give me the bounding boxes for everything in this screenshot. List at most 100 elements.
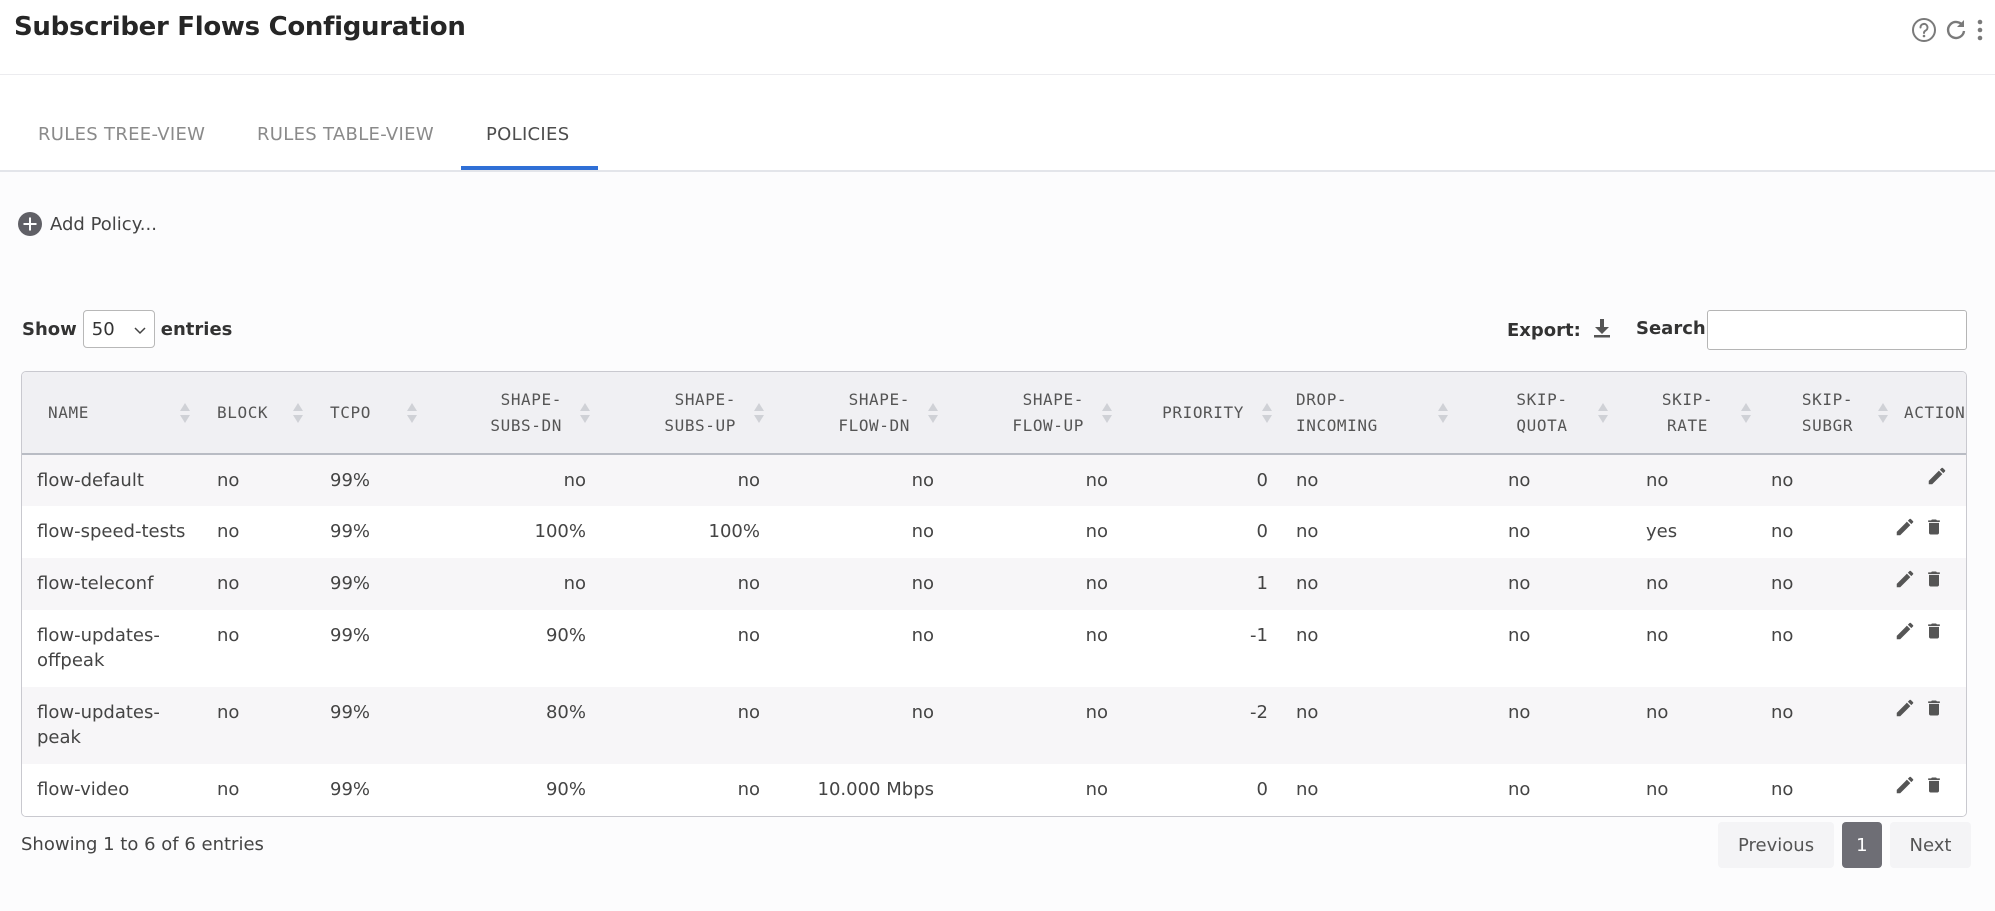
column-header-block[interactable]: BLOCK: [202, 372, 315, 454]
cell-flow-dn: no: [911, 625, 934, 646]
column-header-name[interactable]: NAME: [22, 372, 202, 454]
search-input[interactable]: [1707, 310, 1967, 350]
cell-skip-rate: no: [1646, 470, 1669, 491]
cell-tcpo: 99%: [330, 470, 371, 491]
edit-icon[interactable]: [1894, 774, 1916, 796]
delete-icon[interactable]: [1924, 697, 1944, 719]
cell-flow-dn: no: [911, 521, 934, 542]
edit-icon[interactable]: [1926, 465, 1948, 487]
cell-name: flow-video: [22, 764, 202, 816]
page-title: Subscriber Flows Configuration: [14, 12, 466, 42]
column-header-shape-subs-dn[interactable]: SHAPE- SUBS-DN: [429, 372, 602, 454]
cell-actions: [1894, 610, 1966, 687]
cell-name: flow-updates-peak: [22, 687, 202, 764]
row-actions: [1894, 697, 1966, 719]
cell-drop-incoming: no: [1296, 470, 1319, 491]
cell-name-line: flow-default: [37, 470, 144, 491]
sort-icon: [1598, 402, 1608, 424]
table-row: flow-speed-tests no 99% 100% 100% no no 0 no no ye…: [22, 506, 1966, 558]
policies-table: NAME BLOCK TCPO SHAPE- SUBS-DN SHAPE- SUBS-UP S…: [21, 371, 1967, 817]
page-button-1[interactable]: 1: [1842, 822, 1882, 868]
column-header-shape-subs-up[interactable]: SHAPE- SUBS-UP: [602, 372, 776, 454]
sort-icon: [407, 402, 417, 424]
tab-rules-tree-view[interactable]: RULES TREE-VIEW: [38, 124, 205, 145]
cell-name-line: flow-updates-: [37, 625, 160, 646]
next-button[interactable]: Next: [1889, 822, 1972, 868]
cell-priority: 0: [1256, 470, 1268, 491]
cell-drop-incoming: no: [1296, 521, 1319, 542]
cell-skip-subgr: no: [1771, 702, 1794, 723]
cell-priority: 1: [1256, 573, 1268, 594]
column-header-skip-quota[interactable]: SKIP- QUOTA: [1468, 372, 1616, 454]
edit-icon[interactable]: [1894, 697, 1916, 719]
column-header-shape-flow-up[interactable]: SHAPE- FLOW-UP: [950, 372, 1124, 454]
cell-skip-quota: no: [1508, 521, 1531, 542]
more-vert-icon[interactable]: [1975, 17, 1985, 43]
entries-select[interactable]: 50: [82, 310, 155, 348]
search-label: Search:: [1636, 318, 1713, 339]
cell-flow-up: no: [1085, 573, 1108, 594]
edit-icon[interactable]: [1894, 620, 1916, 642]
cell-block: no: [217, 779, 240, 800]
chevron-down-icon: [134, 319, 146, 340]
column-header-line: SKIP-: [1516, 389, 1568, 409]
column-header-skip-rate[interactable]: SKIP- RATE: [1616, 372, 1759, 454]
cell-name-line: peak: [37, 727, 81, 748]
column-header-shape-flow-dn[interactable]: SHAPE- FLOW-DN: [776, 372, 950, 454]
cell-actions: [1894, 506, 1966, 558]
cell-actions: [1894, 558, 1966, 610]
export-button[interactable]: Export:: [1507, 318, 1611, 343]
tab-rules-table-view[interactable]: RULES TABLE-VIEW: [257, 124, 434, 145]
column-header-drop-incoming[interactable]: DROP- INCOMING: [1284, 372, 1468, 454]
delete-icon[interactable]: [1924, 568, 1944, 590]
column-header-tcpo[interactable]: TCPO: [315, 372, 429, 454]
sort-icon: [1878, 402, 1888, 424]
column-header-line: SHAPE-: [1022, 389, 1084, 409]
cell-name-line: flow-teleconf: [37, 573, 154, 594]
column-header-priority[interactable]: PRIORITY: [1124, 372, 1284, 454]
edit-icon[interactable]: [1894, 516, 1916, 538]
delete-icon[interactable]: [1924, 620, 1944, 642]
column-header-line: FLOW-UP: [1012, 415, 1084, 435]
cell-subs-dn: 80%: [545, 702, 586, 723]
tab-policies[interactable]: POLICIES: [486, 124, 569, 145]
column-header-line: ACTIONS: [1904, 402, 1966, 422]
cell-name: flow-speed-tests: [22, 506, 202, 558]
previous-button[interactable]: Previous: [1718, 822, 1835, 868]
cell-name-line: flow-updates-: [37, 702, 160, 723]
column-header-line: SUBGR: [1801, 415, 1854, 435]
cell-block: no: [217, 470, 240, 491]
cell-name: flow-teleconf: [22, 558, 202, 610]
cell-name-line: flow-speed-tests: [37, 521, 186, 542]
cell-drop-incoming: no: [1296, 573, 1319, 594]
cell-drop-incoming: no: [1296, 702, 1319, 723]
cell-block: no: [217, 573, 240, 594]
delete-icon[interactable]: [1924, 516, 1944, 538]
column-header-line: SHAPE-: [848, 389, 910, 409]
cell-flow-dn: no: [911, 470, 934, 491]
delete-icon[interactable]: [1924, 774, 1944, 796]
cell-skip-rate: no: [1646, 779, 1669, 800]
add-policy-label: Add Policy...: [50, 213, 157, 235]
sort-icon: [928, 402, 938, 424]
row-actions: [1894, 620, 1966, 642]
cell-name: flow-updates-offpeak: [22, 610, 202, 687]
cell-actions: [1896, 454, 1966, 506]
cell-tcpo: 99%: [330, 521, 371, 542]
sort-icon: [1102, 402, 1112, 424]
cell-flow-up: no: [1085, 521, 1108, 542]
cell-subs-up: 100%: [708, 521, 760, 542]
cell-priority: 0: [1256, 779, 1268, 800]
refresh-icon[interactable]: [1943, 17, 1969, 43]
export-label: Export:: [1507, 320, 1581, 341]
edit-icon[interactable]: [1894, 568, 1916, 590]
header-icons: [1911, 17, 1985, 43]
cell-name: flow-default: [22, 454, 202, 506]
sort-icon: [580, 402, 590, 424]
cell-skip-rate: no: [1646, 573, 1669, 594]
show-label: Show: [22, 318, 77, 340]
tab-bar: RULES TREE-VIEW RULES TABLE-VIEW POLICIE…: [0, 75, 1995, 172]
add-policy-button[interactable]: Add Policy...: [18, 212, 157, 236]
help-icon[interactable]: [1911, 17, 1937, 43]
column-header-skip-subgr[interactable]: SKIP- SUBGR: [1759, 372, 1896, 454]
